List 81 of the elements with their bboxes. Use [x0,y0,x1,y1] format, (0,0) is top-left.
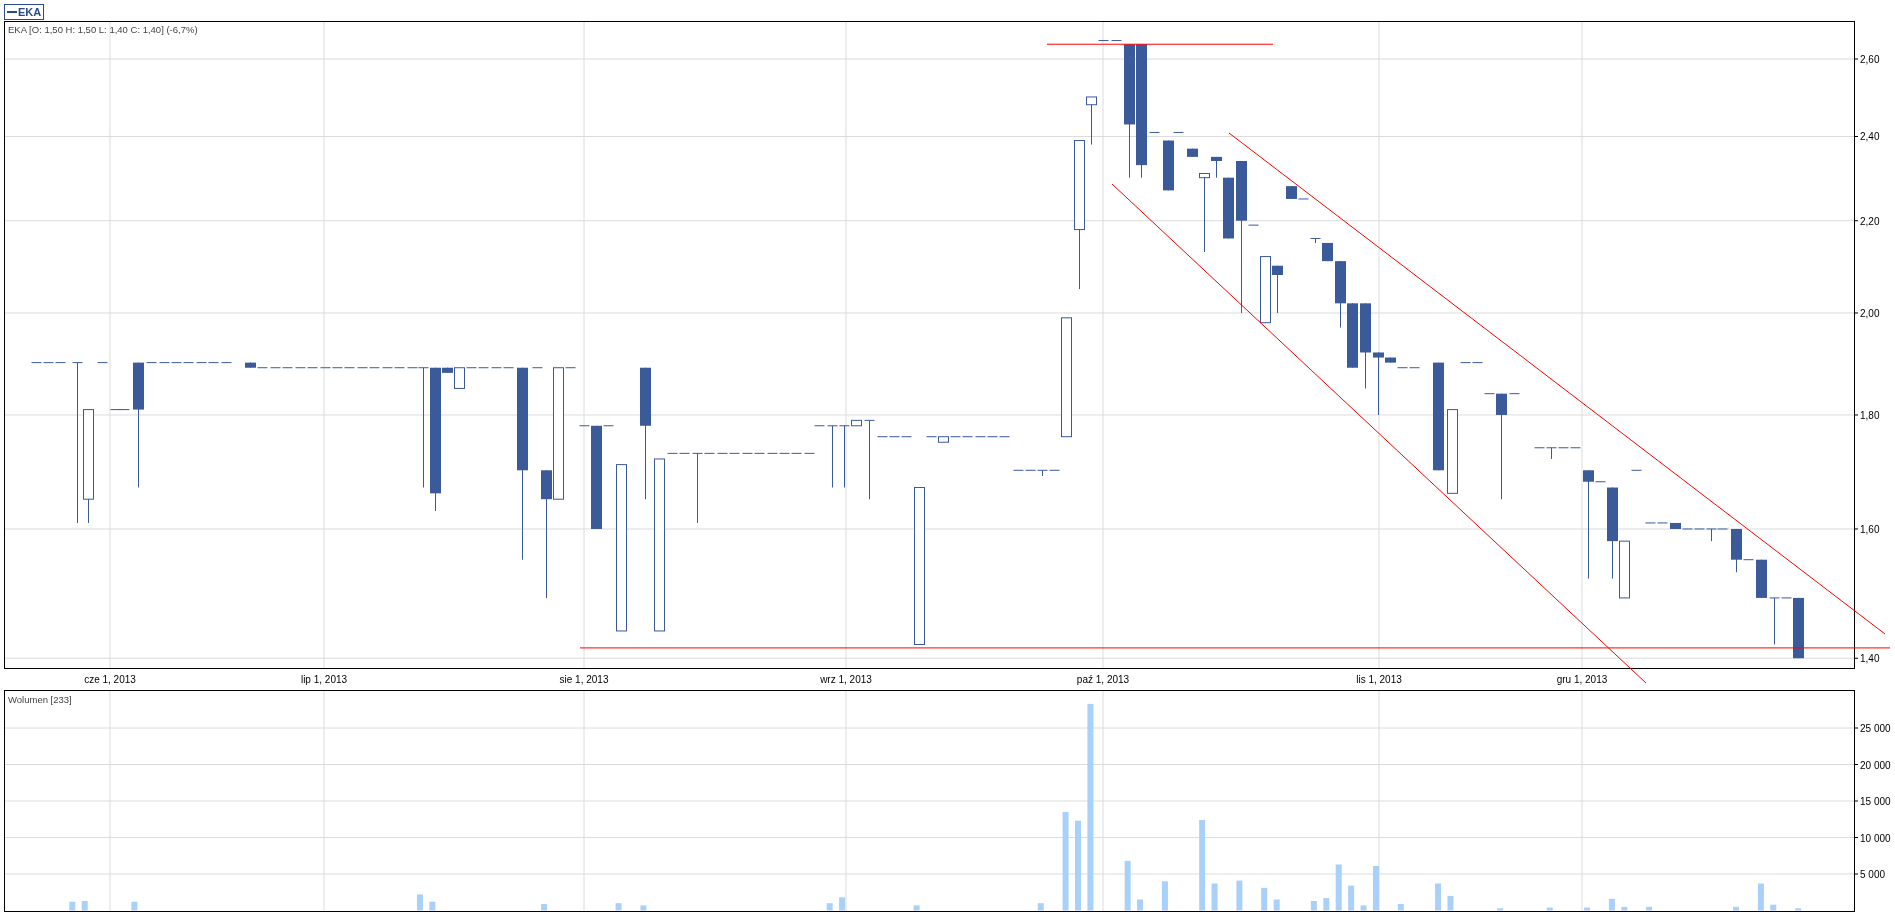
volume-bar [1360,905,1367,911]
volume-bar [1261,887,1268,911]
volume-bar [1137,899,1144,911]
legend-label: EKA [18,5,42,19]
axis-label: 25 000 [1860,723,1891,734]
volume-title: Wolumen [233] [8,694,72,705]
volume-bar [1608,898,1615,911]
volume-bar [1733,906,1740,911]
candlestick [532,367,543,369]
volume-bar [1211,883,1218,911]
candlestick [221,362,232,364]
axis-label: lip 1, 2013 [300,674,348,685]
axis-label: 2,20 [1860,215,1880,227]
volume-bar [1795,908,1802,911]
axis-label: 2,00 [1860,307,1880,319]
volume-bar [1236,880,1243,911]
candlestick [1173,131,1184,133]
volume-bar [1161,881,1168,911]
volume-bar [1335,864,1342,911]
price-info-text: EKA [O: 1,50 H: 1,50 L: 1,40 C: 1,40] (-6,7%) [8,24,198,35]
axis-label: sie 1, 2013 [559,674,609,685]
axis-label: 20 000 [1860,759,1891,771]
candlestick [814,425,825,427]
volume-bar [913,905,920,911]
axis-label: 1,80 [1860,409,1880,421]
volume-bar [1757,883,1764,911]
candlestick [827,425,838,488]
axis-label: paź 1, 2013 [1076,674,1130,685]
axis-label: 1,60 [1860,523,1880,535]
volume-bar [1584,907,1591,911]
axis-label: 5 000 [1860,869,1886,880]
volume-bar [541,903,548,911]
volume-bar [1037,903,1044,911]
candlestick [1631,469,1642,471]
volume-bar [839,897,846,911]
axis-label: cze 1, 2013 [84,674,136,685]
volume-bar [429,901,436,911]
volume-bar [1447,895,1454,911]
candlestick [97,362,108,364]
volume-bar [1124,860,1131,911]
candlestick [1098,40,1109,42]
volume-bar [1348,885,1355,911]
axis-label: 2,60 [1860,54,1880,65]
volume-bar [1323,898,1330,911]
volume-bar [131,901,138,911]
candlestick [1149,131,1160,133]
axis-label: 1,40 [1860,653,1880,665]
volume-bar [640,905,647,911]
volume-bar [1497,908,1504,911]
volume-bar [1397,903,1404,911]
axis-label: gru 1, 2013 [1556,674,1608,685]
candlestick [1260,256,1271,324]
candlestick [1509,393,1520,395]
candlestick [1187,148,1198,158]
axis-label: lis 1, 2013 [1356,674,1402,685]
candlestick [1111,40,1122,42]
volume-bar [1310,901,1317,911]
axis-label: 10 000 [1860,832,1891,844]
candlestick [1163,140,1174,191]
volume-bar [416,894,423,911]
axis-label: 2,40 [1860,131,1880,143]
candlestick [1335,260,1346,329]
volume-bar [1770,904,1777,911]
volume-bar [615,903,622,911]
candlestick [146,362,157,364]
volume-bar [826,903,833,911]
axis-label: wrz 1, 2013 [820,674,872,685]
candlestick [1347,302,1358,369]
axis-label: 15 000 [1860,796,1891,807]
volume-bar [1435,883,1442,911]
volume-bar [81,901,88,911]
volume-bar [1373,865,1379,911]
volume-bar [1646,906,1653,911]
candlestick [804,452,815,454]
volume-bar [69,901,76,911]
candlestick [1272,265,1283,314]
candlestick [1756,559,1767,599]
volume-bar [1273,899,1280,911]
volume-bar [1621,906,1628,911]
volume-bar [1546,907,1553,911]
line-icon [7,10,17,14]
